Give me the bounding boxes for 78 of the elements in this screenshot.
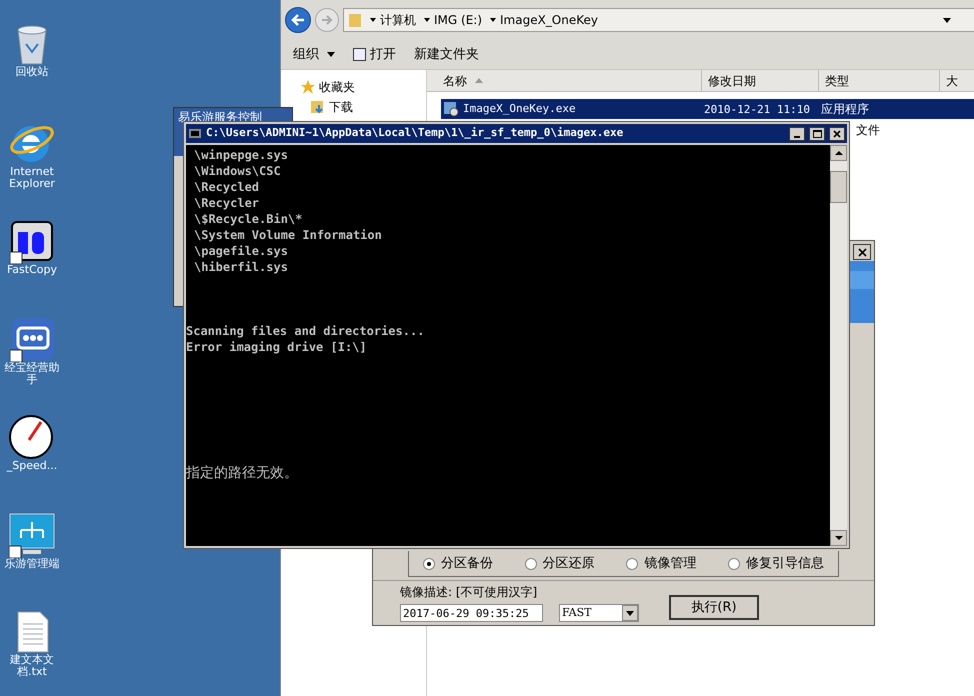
radio-label: 分区还原 <box>542 557 595 571</box>
column-header[interactable]: 名称 <box>427 70 702 91</box>
breadcrumb-item[interactable]: ImageX_OneKey <box>500 11 598 29</box>
desktop-icon-label[interactable]: FastCopy <box>0 264 64 276</box>
address-bar[interactable]: 计算机 IMG (E:) ImageX_OneKey <box>343 8 974 32</box>
run-button[interactable]: 执行(R) <box>669 595 759 620</box>
caret-icon <box>370 18 376 22</box>
desktop-icon-label[interactable]: Internet Explorer <box>0 166 64 190</box>
close-button[interactable] <box>853 244 871 260</box>
maximize-button[interactable] <box>809 126 825 140</box>
scroll-down-icon[interactable] <box>830 530 847 546</box>
file-name: ImageX_OneKey.exe <box>463 100 576 117</box>
radio-button[interactable] <box>626 558 638 570</box>
console-line: Scanning files and directories... <box>186 323 426 339</box>
open-icon <box>353 48 366 61</box>
radio-label: 分区备份 <box>441 557 493 571</box>
column-header[interactable]: 大 <box>940 70 974 91</box>
dropdown-caret-icon[interactable] <box>943 18 951 22</box>
desktop-icon-label[interactable]: 乐游管理端 <box>0 558 64 570</box>
console-line: \pagefile.sys <box>193 243 289 259</box>
scrollbar[interactable] <box>830 145 847 546</box>
description-field[interactable]: 2017-06-29 09:35:25 <box>400 604 543 622</box>
app-icon <box>10 316 54 362</box>
close-icon <box>858 248 866 256</box>
console-line: \$Recycle.Bin\* <box>193 211 304 227</box>
radio-label: 镜像管理 <box>644 557 696 571</box>
caret-icon <box>490 18 496 22</box>
nav-item[interactable]: 收藏夹 <box>319 78 355 96</box>
radio-button[interactable] <box>423 558 435 570</box>
console-line: Error imaging drive [I:\] <box>186 339 368 355</box>
console-line: \Windows\CSC <box>193 163 282 179</box>
back-button[interactable] <box>285 7 311 33</box>
close-icon <box>833 130 841 138</box>
console-icon <box>188 126 202 140</box>
forward-arrow-icon <box>321 15 333 25</box>
radio-button[interactable] <box>524 558 537 570</box>
toolbar-button[interactable]: 组织 <box>293 44 335 64</box>
desktop-icon-label[interactable]: _Speed... <box>0 460 64 472</box>
file-date: 2010-12-21 11:10 <box>704 102 810 116</box>
back-arrow-icon <box>291 14 305 26</box>
nav-item[interactable]: 下载 <box>329 98 353 116</box>
caret-icon <box>424 18 430 22</box>
window-title: C:\Users\ADMINI~1\AppData\Local\Temp\1\_ir_sf_temp_0\imagex.exe <box>206 125 624 142</box>
toolbar-button[interactable]: 新建文件夹 <box>414 44 479 64</box>
radio-button[interactable] <box>728 558 740 570</box>
breadcrumb-item[interactable]: 计算机 <box>380 11 416 29</box>
desktop-icon-label[interactable]: 经宝经营助手 <box>0 362 64 386</box>
caret-icon <box>327 52 335 57</box>
file-row[interactable]: 文件 <box>855 120 974 140</box>
scroll-thumb[interactable] <box>830 171 847 203</box>
description-label: 镜像描述: [不可使用汉字] <box>400 584 538 601</box>
desktop-icon-label[interactable]: 回收站 <box>0 66 64 78</box>
gauge-icon <box>9 414 55 460</box>
scroll-up-icon[interactable] <box>830 145 847 161</box>
file-type: 应用程序 <box>821 102 869 116</box>
breadcrumb-item[interactable]: IMG (E:) <box>434 11 482 29</box>
console-line: \Recycled <box>193 179 260 195</box>
toolbar-button[interactable]: 打开 <box>353 44 396 64</box>
console-line: \Recycler <box>193 195 260 211</box>
fastcopy-icon <box>10 218 54 264</box>
star-icon <box>301 80 315 94</box>
console-line: \winpepge.sys <box>193 147 289 163</box>
folder-icon <box>348 12 362 28</box>
console-message: 指定的路径无效。 <box>186 465 299 481</box>
setup-file-icon <box>443 101 459 117</box>
column-header[interactable]: 类型 <box>819 70 940 91</box>
column-header[interactable]: 修改日期 <box>702 70 819 91</box>
close-button[interactable] <box>829 126 845 140</box>
minimize-button[interactable] <box>789 126 805 140</box>
compression-select[interactable]: FAST <box>559 604 639 622</box>
sort-arrow-icon <box>475 78 483 83</box>
file-row[interactable]: ImageX_OneKey.exe 2010-12-21 11:10 应用程序 <box>441 99 974 119</box>
radio-label: 修复引导信息 <box>746 557 824 571</box>
console-line: \System Volume Information <box>193 227 383 243</box>
download-folder-icon <box>311 100 325 114</box>
monitor-icon <box>9 512 55 558</box>
desktop-icon-label[interactable]: 建文本文档.txt <box>0 654 64 678</box>
console-line: \hiberfil.sys <box>193 259 289 275</box>
